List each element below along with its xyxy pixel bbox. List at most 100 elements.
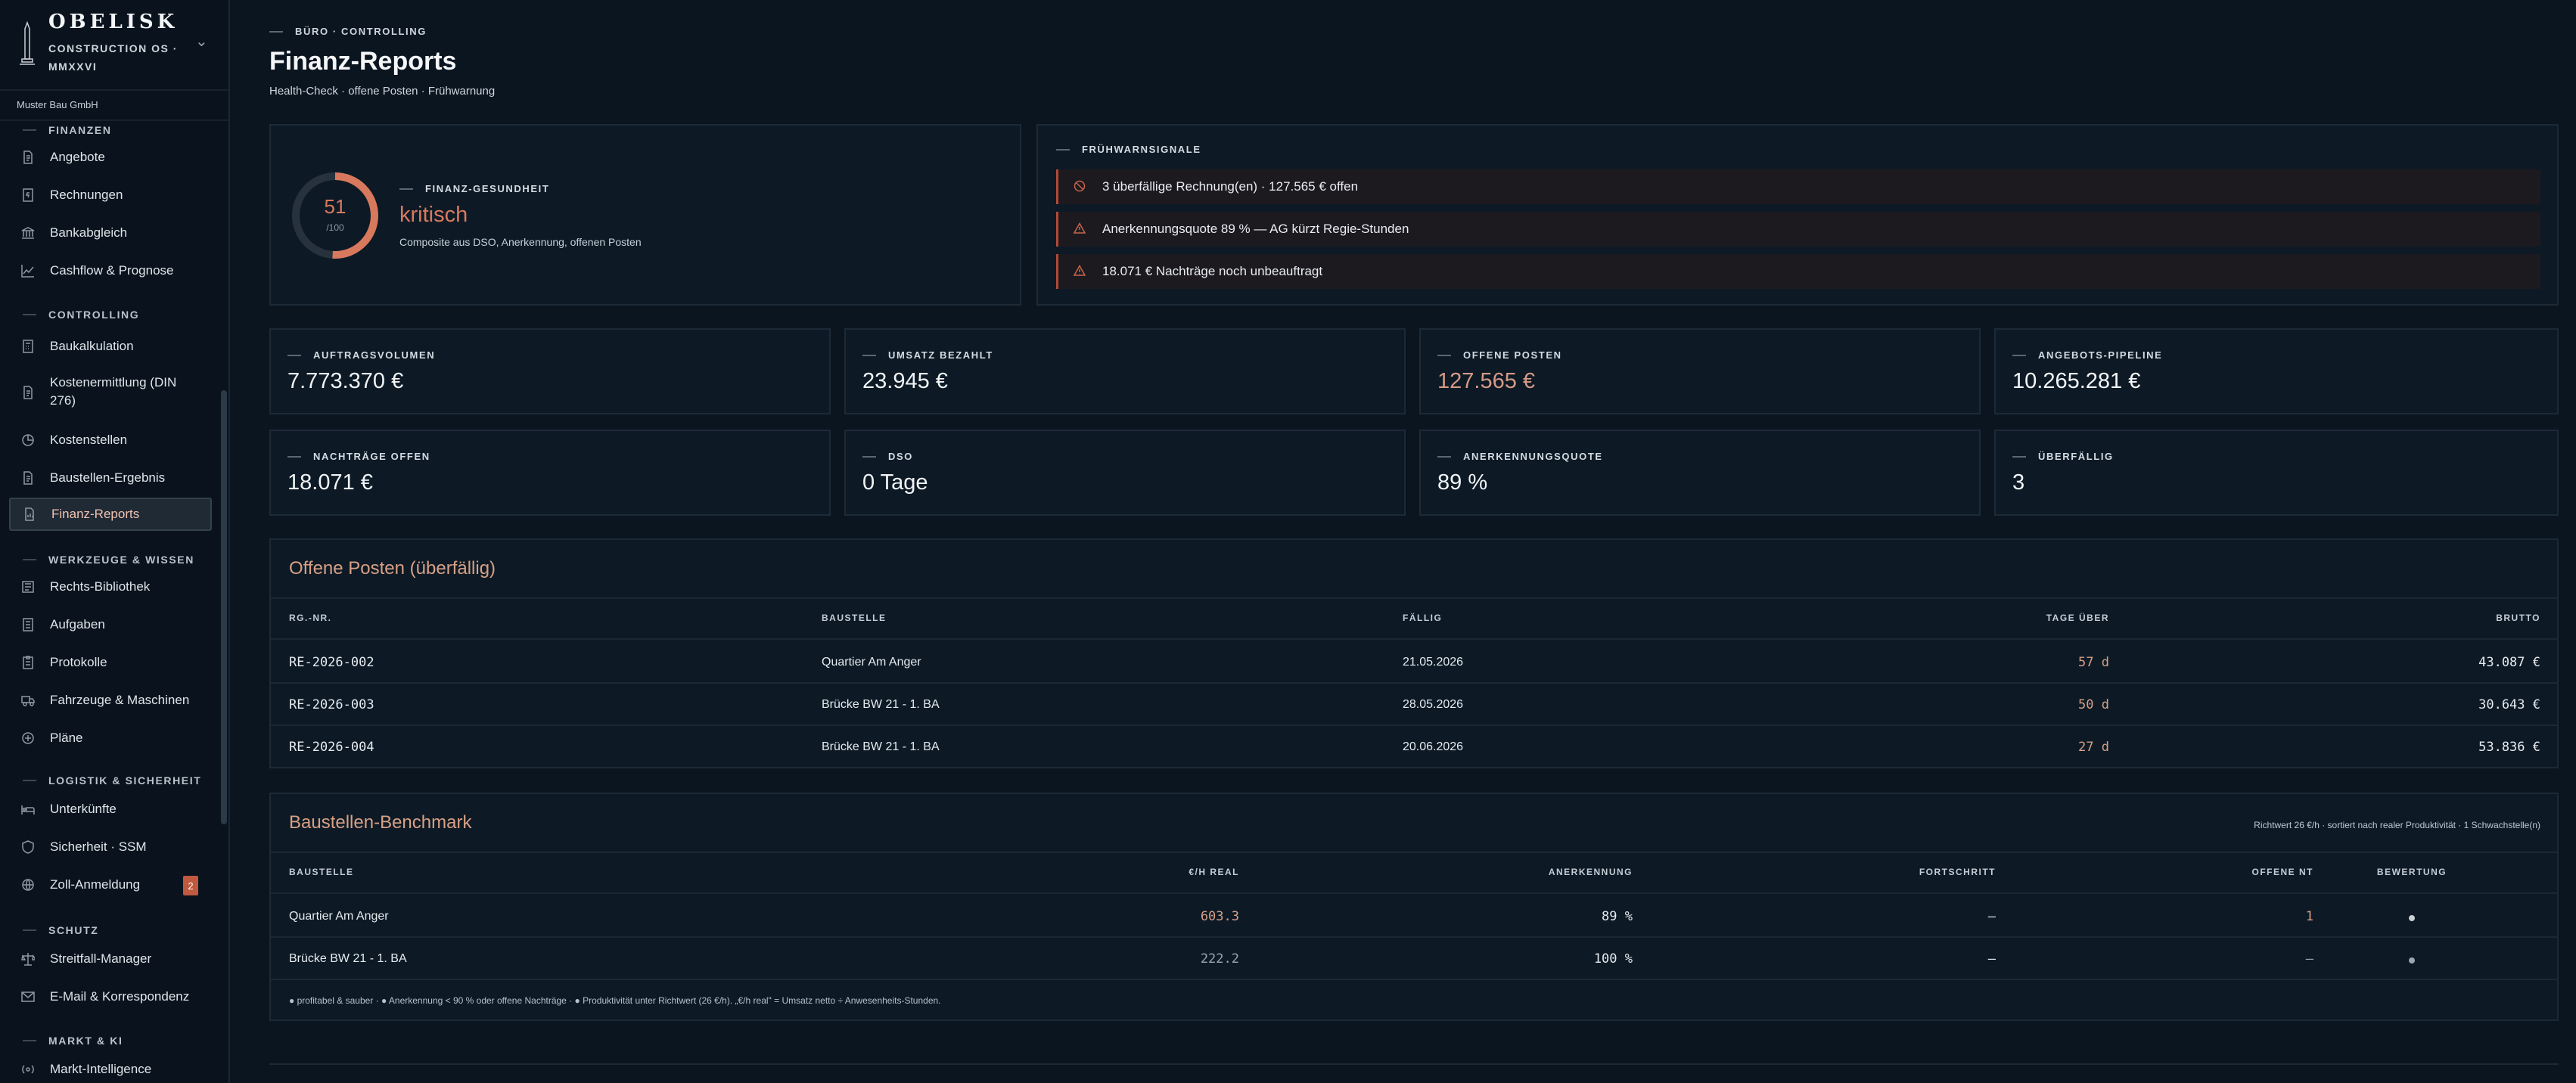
sidebar-item-streitfall-manager[interactable]: Streitfall-Manager (9, 942, 212, 976)
divider (271, 852, 2557, 853)
warning-item: 3 überfällige Rechnung(en) · 127.565 € o… (1056, 169, 2540, 204)
mail-icon (20, 988, 36, 1005)
sidebar-item-email[interactable]: E-Mail & Korrespondenz (9, 980, 212, 1013)
days-overdue: 27 d (2078, 740, 2109, 755)
health-score: 51 (324, 195, 346, 218)
sidebar-item-rechnungen[interactable]: Rechnungen (9, 178, 212, 212)
acceptance-rate: 89 % (1602, 909, 1633, 924)
sidebar-item-plaene[interactable]: Pläne (9, 721, 212, 755)
sidebar-scrollbar[interactable] (221, 121, 227, 1083)
breadcrumb: BÜRO · CONTROLLING (269, 26, 427, 37)
nav-section-logistik: LOGISTIK & SICHERHEIT (23, 774, 201, 787)
blueprint-icon (20, 730, 36, 746)
column-header[interactable]: OFFENE NT (2162, 867, 2313, 877)
column-header[interactable]: €/H REAL (1126, 867, 1239, 877)
warning-triangle-icon (1074, 222, 1087, 236)
document-icon (20, 149, 36, 166)
column-header[interactable]: ANERKENNUNG (1481, 867, 1633, 877)
chart-line-icon (20, 262, 36, 279)
invoice-number: RE-2026-002 (289, 655, 374, 670)
invoice-number: RE-2026-003 (289, 697, 374, 712)
site-name: Quartier Am Anger (289, 910, 389, 923)
health-score-max: /100 (326, 222, 344, 233)
kpi-value: 10.265.281 € (2012, 369, 2141, 393)
kpi-label: AUFTRAGSVOLUMEN (287, 349, 435, 361)
nav-section-werkzeuge: WERKZEUGE & WISSEN (23, 554, 194, 566)
sidebar-item-kostenstellen[interactable]: Kostenstellen (9, 424, 212, 457)
kpi-label: NACHTRÄGE OFFEN (287, 451, 430, 462)
sidebar-item-cashflow[interactable]: Cashflow & Prognose (9, 254, 212, 287)
column-header[interactable]: BRUTTO (2427, 613, 2540, 623)
library-icon (20, 579, 36, 595)
divider (271, 597, 2557, 599)
column-header[interactable]: RG.-NR. (289, 613, 332, 623)
health-status: kritisch (399, 203, 468, 227)
health-label: FINANZ-GESUNDHEIT (399, 183, 549, 194)
divider (271, 725, 2557, 726)
divider (271, 638, 2557, 640)
column-header[interactable]: FÄLLIG (1403, 613, 1442, 623)
sidebar: OBELISK CONSTRUCTION OS · MMXXVI ⌄ Muste… (0, 0, 230, 1083)
nav-section-finanzen: FINANZEN (23, 124, 112, 136)
column-header[interactable]: BAUSTELLE (289, 867, 354, 877)
sidebar-item-rechts-bibliothek[interactable]: Rechts-Bibliothek (9, 570, 212, 604)
shield-icon (20, 839, 36, 855)
kpi-value: 7.773.370 € (287, 369, 404, 393)
globe-icon (20, 877, 36, 893)
site-name: Quartier Am Anger (822, 656, 921, 669)
kpi-label: ÜBERFÄLLIG (2012, 451, 2114, 462)
kpi-card-anerkennungsquote: ANERKENNUNGSQUOTE 89 % (1419, 430, 1981, 516)
kpi-value: 0 Tage (862, 470, 928, 495)
invoice-icon (20, 187, 36, 203)
site-name: Brücke BW 21 - 1. BA (822, 698, 940, 711)
warning-triangle-icon (1074, 265, 1087, 278)
column-header[interactable]: BAUSTELLE (822, 613, 887, 623)
kpi-value: 89 % (1437, 470, 1488, 495)
sidebar-item-kostenermittlung[interactable]: Kostenermittlung (DIN 276) (9, 368, 212, 411)
sidebar-item-baukalkulation[interactable]: Baukalkulation (9, 330, 212, 363)
gross-amount: 53.836 € (2478, 740, 2540, 755)
column-header[interactable]: BEWERTUNG (2336, 867, 2487, 877)
invoice-number: RE-2026-004 (289, 740, 374, 755)
euro-per-hour: 603.3 (1200, 909, 1239, 924)
sidebar-item-aufgaben[interactable]: Aufgaben (9, 608, 212, 641)
kpi-value: 3 (2012, 470, 2025, 495)
scrollbar-thumb[interactable] (221, 390, 227, 824)
sidebar-item-baustellen-ergebnis[interactable]: Baustellen-Ergebnis (9, 461, 212, 495)
chevron-down-icon[interactable]: ⌄ (195, 32, 208, 51)
sidebar-item-angebote[interactable]: Angebote (9, 141, 212, 174)
kpi-card-offene-posten: OFFENE POSTEN 127.565 € (1419, 328, 1981, 414)
radar-icon (20, 1061, 36, 1078)
sidebar-item-finanz-reports[interactable]: Finanz-Reports (9, 498, 212, 531)
rating-dot (2409, 957, 2415, 964)
days-overdue: 50 d (2078, 697, 2109, 712)
sidebar-item-markt-intelligence[interactable]: Markt-Intelligence (9, 1053, 212, 1083)
sidebar-item-bankabgleich[interactable]: Bankabgleich (9, 216, 212, 250)
sidebar-item-sicherheit[interactable]: Sicherheit · SSM (9, 830, 212, 864)
sidebar-item-fahrzeuge[interactable]: Fahrzeuge & Maschinen (9, 684, 212, 717)
warning-item: 18.071 € Nachträge noch unbeauftragt (1056, 254, 2540, 289)
sidebar-item-unterkuenfte[interactable]: Unterkünfte (9, 793, 212, 826)
divider (271, 979, 2557, 980)
days-overdue: 57 d (2078, 655, 2109, 670)
sidebar-item-zoll-anmeldung[interactable]: Zoll-Anmeldung 2 (9, 868, 212, 901)
warning-item: Anerkennungsquote 89 % — AG kürzt Regie-… (1056, 212, 2540, 247)
kpi-card-angebots-pipeline: ANGEBOTS-PIPELINE 10.265.281 € (1994, 328, 2559, 414)
site-benchmark-table: Baustellen-Benchmark Richtwert 26 €/h · … (269, 793, 2559, 1021)
truck-icon (20, 692, 36, 709)
kpi-card-nachtraege-offen: NACHTRÄGE OFFEN 18.071 € (269, 430, 831, 516)
column-header[interactable]: TAGE ÜBER (1996, 613, 2109, 623)
notification-badge: 2 (183, 876, 198, 895)
acceptance-rate: 100 % (1593, 951, 1633, 967)
kpi-label: ANGEBOTS-PIPELINE (2012, 349, 2162, 361)
sidebar-item-protokolle[interactable]: Protokolle (9, 646, 212, 679)
open-change-orders: 1 (2305, 909, 2313, 924)
column-header[interactable]: FORTSCHRITT (1844, 867, 1996, 877)
kpi-value: 127.565 € (1437, 369, 1536, 393)
kpi-label: DSO (862, 451, 913, 462)
bed-icon (20, 801, 36, 818)
page-subtitle: Health-Check · offene Posten · Frühwarnu… (269, 85, 496, 98)
sidebar-nav: FINANZEN Angebote Rechnungen Bankabgleic… (0, 121, 219, 1083)
nav-section-schutz: SCHUTZ (23, 924, 98, 936)
brand-switcher[interactable]: OBELISK CONSTRUCTION OS · MMXXVI ⌄ (0, 0, 228, 91)
